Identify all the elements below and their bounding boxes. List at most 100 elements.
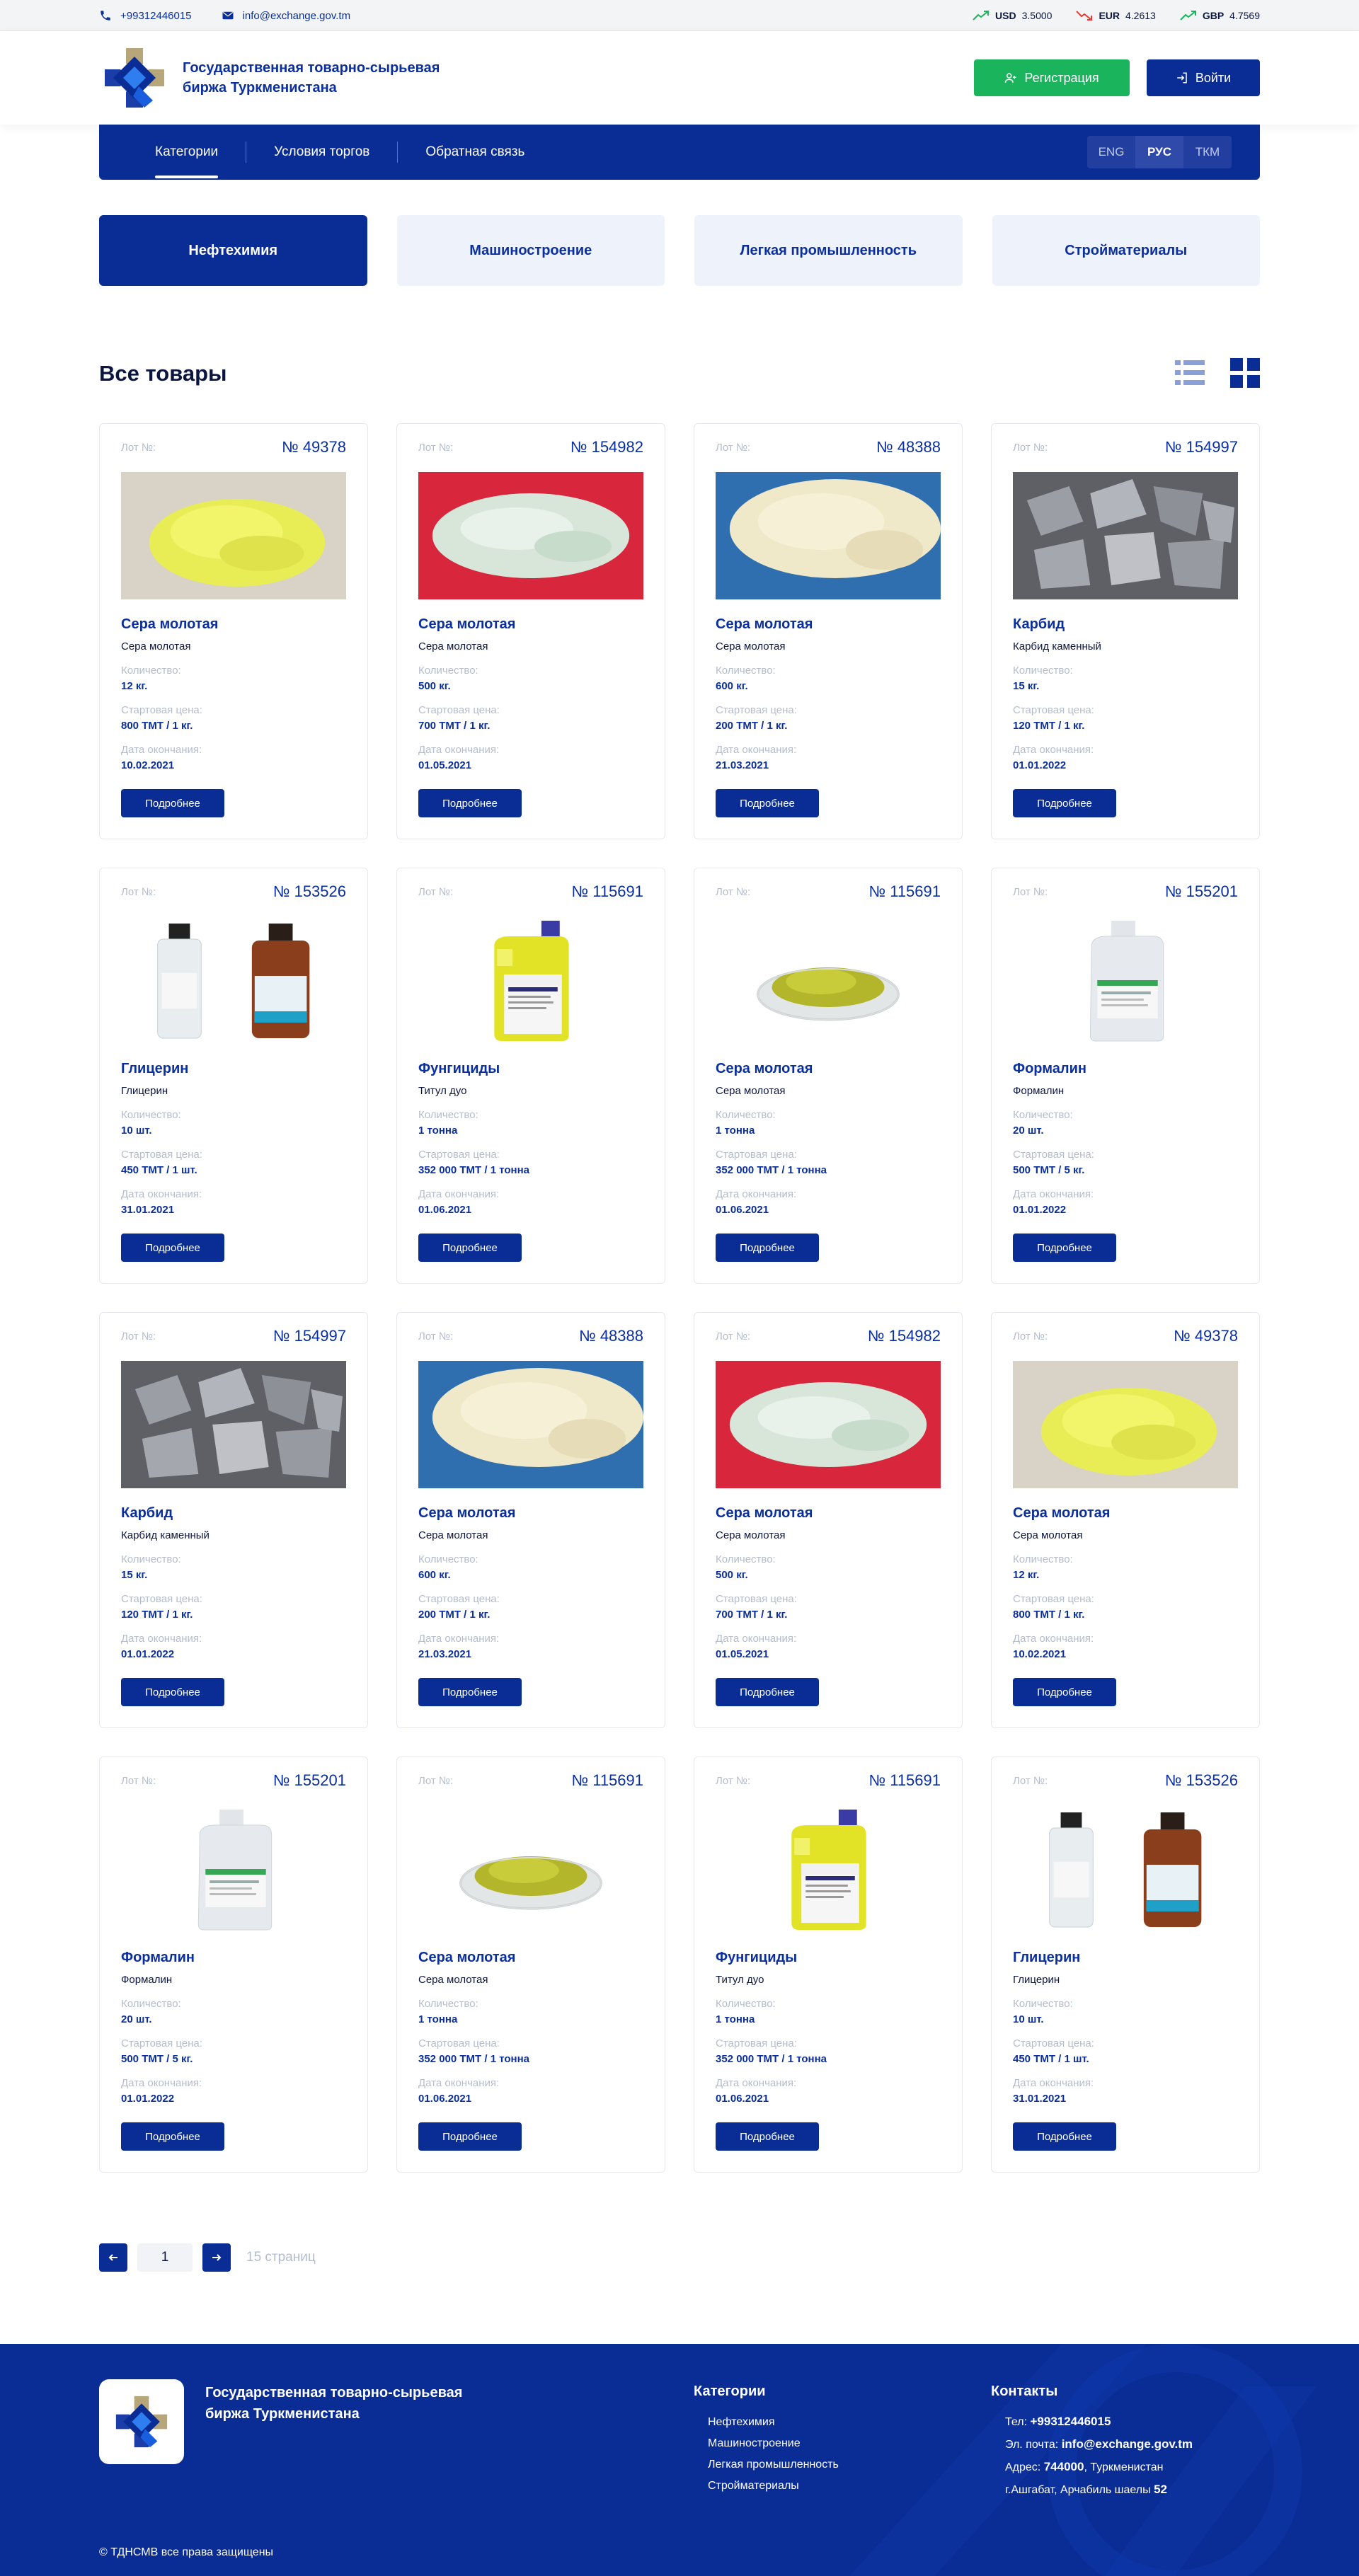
details-button[interactable]: Подробнее bbox=[418, 1234, 522, 1262]
product-image-fungicide[interactable] bbox=[418, 916, 643, 1044]
details-button[interactable]: Подробнее bbox=[1013, 1234, 1116, 1262]
brand-link[interactable]: Государственная товарно-сырьевая биржа Т… bbox=[99, 42, 452, 113]
product-card[interactable]: Лот №: № 49378 Сера молотая Сера молотая Кол… bbox=[99, 423, 368, 839]
footer-category-machinery[interactable]: Машиностроение bbox=[708, 2437, 801, 2450]
lot-row: Лот №: № 115691 bbox=[716, 1771, 941, 1790]
quantity-value: 20 шт. bbox=[121, 2013, 152, 2025]
end-date-label: Дата окончания: bbox=[1013, 2077, 1094, 2089]
product-card[interactable]: Лот №: № 155201 Формалин Формалин Количество… bbox=[99, 1756, 368, 2173]
product-title[interactable]: Сера молотая bbox=[418, 1950, 515, 1966]
product-card[interactable]: Лот №: № 154982 Сера молотая Сера молотая Ко… bbox=[694, 1312, 963, 1728]
category-light-industry[interactable]: Легкая промышленность bbox=[694, 215, 963, 286]
product-card[interactable]: Лот №: № 49378 Сера молотая Сера молотая Кол… bbox=[991, 1312, 1260, 1728]
product-title[interactable]: Формалин bbox=[121, 1950, 195, 1966]
footer-logo[interactable] bbox=[99, 2379, 184, 2464]
product-title[interactable]: Глицерин bbox=[121, 1061, 188, 1077]
details-button[interactable]: Подробнее bbox=[418, 2122, 522, 2151]
prev-page-button[interactable] bbox=[99, 2243, 127, 2272]
page-input[interactable]: 1 bbox=[137, 2243, 193, 2272]
product-card[interactable]: Лот №: № 115691 Сера молотая Сера молотая Ко… bbox=[396, 1756, 665, 2173]
product-title[interactable]: Сера молотая bbox=[1013, 1505, 1110, 1522]
product-card[interactable]: Лот №: № 115691 Фунгициды Титул дуо Количест… bbox=[396, 868, 665, 1284]
product-card[interactable]: Лот №: № 48388 Сера молотая Сера молотая Кол… bbox=[396, 1312, 665, 1728]
product-image-sulfur-yellow[interactable] bbox=[1013, 1361, 1238, 1488]
nav-trade-terms[interactable]: Условия торгов bbox=[246, 142, 397, 163]
details-button[interactable]: Подробнее bbox=[121, 1234, 224, 1262]
lang-tkm[interactable]: ТКМ bbox=[1183, 136, 1232, 168]
product-image-glycerin[interactable] bbox=[121, 916, 346, 1044]
details-button[interactable]: Подробнее bbox=[716, 1234, 819, 1262]
footer-category-light-industry[interactable]: Легкая промышленность bbox=[708, 2459, 839, 2471]
lang-eng[interactable]: ENG bbox=[1087, 136, 1135, 168]
category-petrochemicals[interactable]: Нефтехимия bbox=[99, 215, 367, 286]
product-title[interactable]: Фунгициды bbox=[418, 1061, 500, 1077]
product-title[interactable]: Сера молотая bbox=[418, 616, 515, 633]
product-image-carbide[interactable] bbox=[121, 1361, 346, 1488]
product-image-formalin[interactable] bbox=[1013, 916, 1238, 1044]
details-button[interactable]: Подробнее bbox=[121, 789, 224, 817]
product-image-dish[interactable] bbox=[716, 916, 941, 1044]
category-tabs: Нефтехимия Машиностроение Легкая промышл… bbox=[99, 215, 1260, 286]
product-image-carbide[interactable] bbox=[1013, 472, 1238, 599]
product-title[interactable]: Сера молотая bbox=[716, 1061, 813, 1077]
next-page-button[interactable] bbox=[202, 2243, 231, 2272]
footer-email[interactable]: Эл. почта: info@exchange.gov.tm bbox=[1005, 2437, 1193, 2451]
product-title[interactable]: Формалин bbox=[1013, 1061, 1086, 1077]
details-button[interactable]: Подробнее bbox=[716, 789, 819, 817]
details-button[interactable]: Подробнее bbox=[121, 2122, 224, 2151]
product-image-glycerin[interactable] bbox=[1013, 1805, 1238, 1933]
details-button[interactable]: Подробнее bbox=[121, 1678, 224, 1706]
login-button[interactable]: Войти bbox=[1147, 59, 1260, 96]
product-title[interactable]: Сера молотая bbox=[716, 1505, 813, 1522]
details-button[interactable]: Подробнее bbox=[716, 2122, 819, 2151]
product-title[interactable]: Сера молотая bbox=[418, 1505, 515, 1522]
product-card[interactable]: Лот №: № 153526 Глицерин Глицерин Количество… bbox=[99, 868, 368, 1284]
product-title[interactable]: Сера молотая bbox=[716, 616, 813, 633]
details-button[interactable]: Подробнее bbox=[1013, 1678, 1116, 1706]
product-card[interactable]: Лот №: № 154997 Карбид Карбид каменный Колич… bbox=[99, 1312, 368, 1728]
product-card[interactable]: Лот №: № 154997 Карбид Карбид каменный Колич… bbox=[991, 423, 1260, 839]
nav-categories[interactable]: Категории bbox=[127, 142, 246, 178]
product-title[interactable]: Глицерин bbox=[1013, 1950, 1080, 1966]
product-card[interactable]: Лот №: № 115691 Фунгициды Титул дуо Количест… bbox=[694, 1756, 963, 2173]
phone-link[interactable]: +99312446015 bbox=[99, 9, 192, 22]
quantity-label: Количество: bbox=[716, 1109, 776, 1121]
product-title[interactable]: Карбид bbox=[121, 1505, 173, 1522]
email-link[interactable]: info@exchange.gov.tm bbox=[222, 9, 350, 22]
product-card[interactable]: Лот №: № 48388 Сера молотая Сера молотая Кол… bbox=[694, 423, 963, 839]
product-card[interactable]: Лот №: № 155201 Формалин Формалин Количество… bbox=[991, 868, 1260, 1284]
category-building-materials[interactable]: Стройматериалы bbox=[992, 215, 1260, 286]
product-card[interactable]: Лот №: № 154982 Сера молотая Сера молотая Ко… bbox=[396, 423, 665, 839]
product-card[interactable]: Лот №: № 153526 Глицерин Глицерин Количество… bbox=[991, 1756, 1260, 2173]
grid-view-icon[interactable] bbox=[1230, 358, 1260, 388]
product-image-powder-red[interactable] bbox=[716, 1361, 941, 1488]
price-value: 800 ТМТ / 1 кг. bbox=[1013, 1609, 1085, 1621]
footer-category-building-materials[interactable]: Стройматериалы bbox=[708, 2480, 799, 2492]
product-card[interactable]: Лот №: № 115691 Сера молотая Сера молотая Ко… bbox=[694, 868, 963, 1284]
product-image-powder-blue[interactable] bbox=[716, 472, 941, 599]
product-image-dish[interactable] bbox=[418, 1805, 643, 1933]
lang-rus[interactable]: РУС bbox=[1135, 136, 1183, 168]
details-button[interactable]: Подробнее bbox=[716, 1678, 819, 1706]
details-button[interactable]: Подробнее bbox=[418, 1678, 522, 1706]
product-title[interactable]: Фунгициды bbox=[716, 1950, 797, 1966]
footer-phone-label: Тел: bbox=[1005, 2416, 1028, 2428]
product-image-fungicide[interactable] bbox=[716, 1805, 941, 1933]
details-button[interactable]: Подробнее bbox=[1013, 789, 1116, 817]
footer-category-petrochemicals[interactable]: Нефтехимия bbox=[708, 2416, 775, 2429]
product-image-formalin[interactable] bbox=[121, 1805, 346, 1933]
product-subtitle: Титул дуо bbox=[418, 1085, 467, 1097]
nav-feedback[interactable]: Обратная связь bbox=[397, 142, 552, 163]
pagination: 1 15 страниц bbox=[99, 2243, 316, 2272]
details-button[interactable]: Подробнее bbox=[1013, 2122, 1116, 2151]
product-title[interactable]: Сера молотая bbox=[121, 616, 218, 633]
category-machinery[interactable]: Машиностроение bbox=[396, 215, 665, 286]
product-image-powder-red[interactable] bbox=[418, 472, 643, 599]
product-image-sulfur-yellow[interactable] bbox=[121, 472, 346, 599]
footer-phone[interactable]: Тел: +99312446015 bbox=[1005, 2415, 1111, 2429]
product-title[interactable]: Карбид bbox=[1013, 616, 1065, 633]
details-button[interactable]: Подробнее bbox=[418, 789, 522, 817]
product-image-powder-blue[interactable] bbox=[418, 1361, 643, 1488]
list-view-icon[interactable] bbox=[1175, 358, 1205, 388]
register-button[interactable]: Регистрация bbox=[974, 59, 1130, 96]
